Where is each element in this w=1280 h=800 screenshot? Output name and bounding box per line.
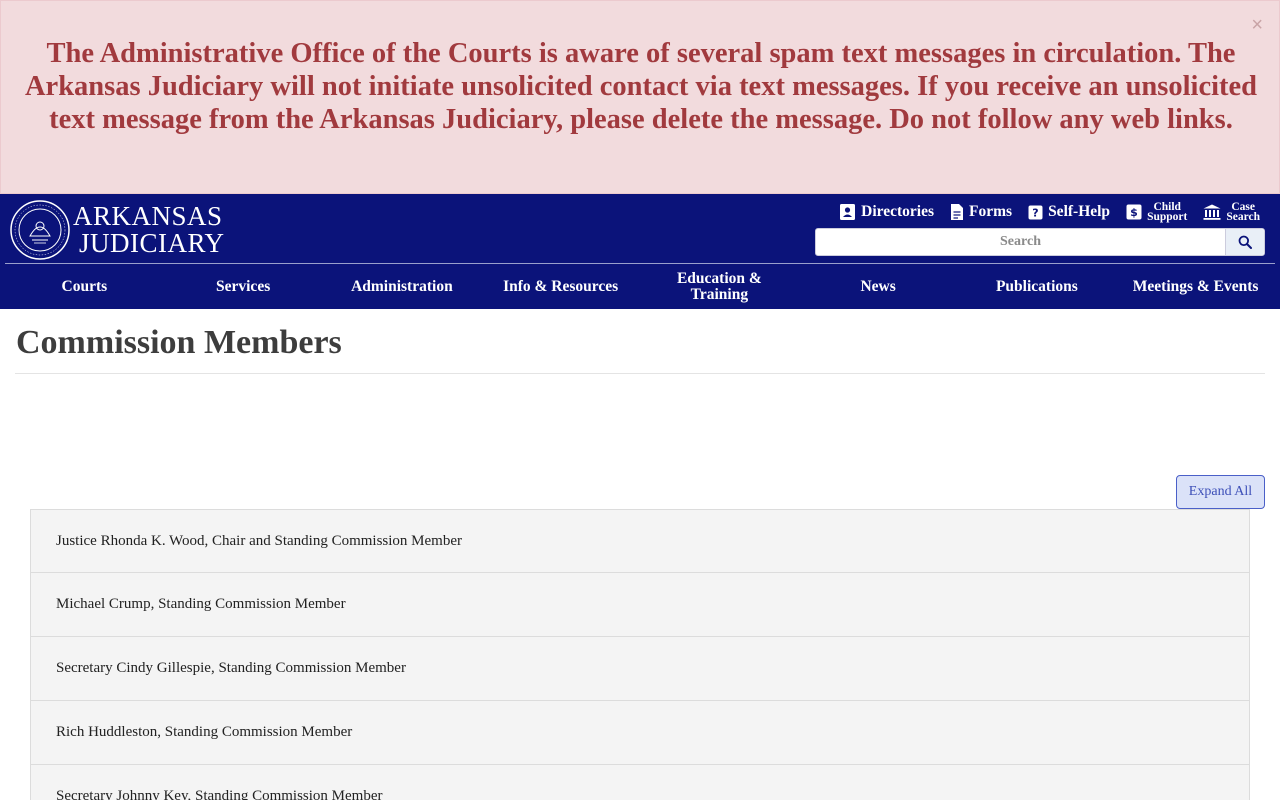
self-help-icon: ?: [1028, 205, 1043, 219]
nav-administration[interactable]: Administration: [323, 264, 482, 309]
child-support-label: Child Support: [1147, 201, 1188, 223]
logo-wordmark: ARKANSAS JUDICIARY: [73, 203, 225, 257]
page-title: Commission Members: [16, 324, 342, 361]
nav-courts[interactable]: Courts: [5, 264, 164, 309]
seal-logo-icon: [10, 200, 70, 260]
forms-label: Forms: [969, 203, 1013, 220]
search-input[interactable]: [816, 229, 1225, 255]
nav-services[interactable]: Services: [164, 264, 323, 309]
expand-all-button[interactable]: Expand All: [1176, 475, 1265, 509]
accordion-item[interactable]: Secretary Johnny Key, Standing Commissio…: [30, 765, 1250, 800]
case-search-line-2: Search: [1226, 211, 1260, 223]
utility-links: Directories Forms ? Self-Help $ Child Su…: [839, 201, 1260, 223]
alert-message: The Administrative Office of the Courts …: [24, 38, 1258, 135]
search-button[interactable]: [1225, 229, 1264, 255]
site-logo[interactable]: ARKANSAS JUDICIARY: [10, 200, 225, 260]
forms-link[interactable]: Forms: [950, 203, 1012, 221]
alert-banner: The Administrative Office of the Courts …: [0, 0, 1280, 194]
child-support-link[interactable]: $ Child Support: [1126, 201, 1188, 223]
directories-label: Directories: [861, 203, 935, 220]
nav-news[interactable]: News: [799, 264, 958, 309]
accordion-item[interactable]: Rich Huddleston, Standing Commission Mem…: [30, 701, 1250, 765]
nav-info-resources[interactable]: Info & Resources: [481, 264, 640, 309]
nav-education-line-2: Training: [690, 285, 749, 303]
main-nav: Courts Services Administration Info & Re…: [5, 264, 1275, 309]
logo-line-1: ARKANSAS: [73, 201, 223, 231]
nav-education-label: Education & Training: [676, 269, 762, 303]
nav-education-line-1: Education &: [676, 269, 762, 287]
title-divider: [15, 373, 1265, 374]
logo-line-2: JUDICIARY: [79, 228, 225, 258]
site-header: ARKANSAS JUDICIARY Directories Forms ? S…: [0, 194, 1280, 309]
svg-text:$: $: [1130, 206, 1138, 219]
svg-text:?: ?: [1032, 206, 1038, 219]
accordion-item[interactable]: Secretary Cindy Gillespie, Standing Comm…: [30, 637, 1250, 701]
members-accordion: Justice Rhonda K. Wood, Chair and Standi…: [30, 509, 1250, 800]
case-search-icon: [1203, 204, 1221, 220]
nav-publications[interactable]: Publications: [958, 264, 1117, 309]
nav-meetings-events[interactable]: Meetings & Events: [1116, 264, 1275, 309]
case-search-link[interactable]: Case Search: [1203, 201, 1260, 223]
child-support-icon: $: [1126, 204, 1142, 220]
close-icon[interactable]: ×: [1251, 13, 1263, 37]
directory-icon: [840, 204, 856, 220]
accordion-item[interactable]: Justice Rhonda K. Wood, Chair and Standi…: [30, 509, 1250, 573]
nav-education-training[interactable]: Education & Training: [640, 264, 799, 309]
self-help-link[interactable]: ? Self-Help: [1028, 203, 1110, 221]
directories-link[interactable]: Directories: [839, 203, 934, 221]
accordion-item[interactable]: Michael Crump, Standing Commission Membe…: [30, 573, 1250, 637]
case-search-label: Case Search: [1226, 201, 1260, 223]
search-icon: [1238, 235, 1252, 249]
forms-icon: [951, 204, 964, 220]
site-search: [815, 228, 1265, 256]
self-help-label: Self-Help: [1048, 203, 1111, 220]
child-support-line-2: Support: [1147, 211, 1188, 223]
